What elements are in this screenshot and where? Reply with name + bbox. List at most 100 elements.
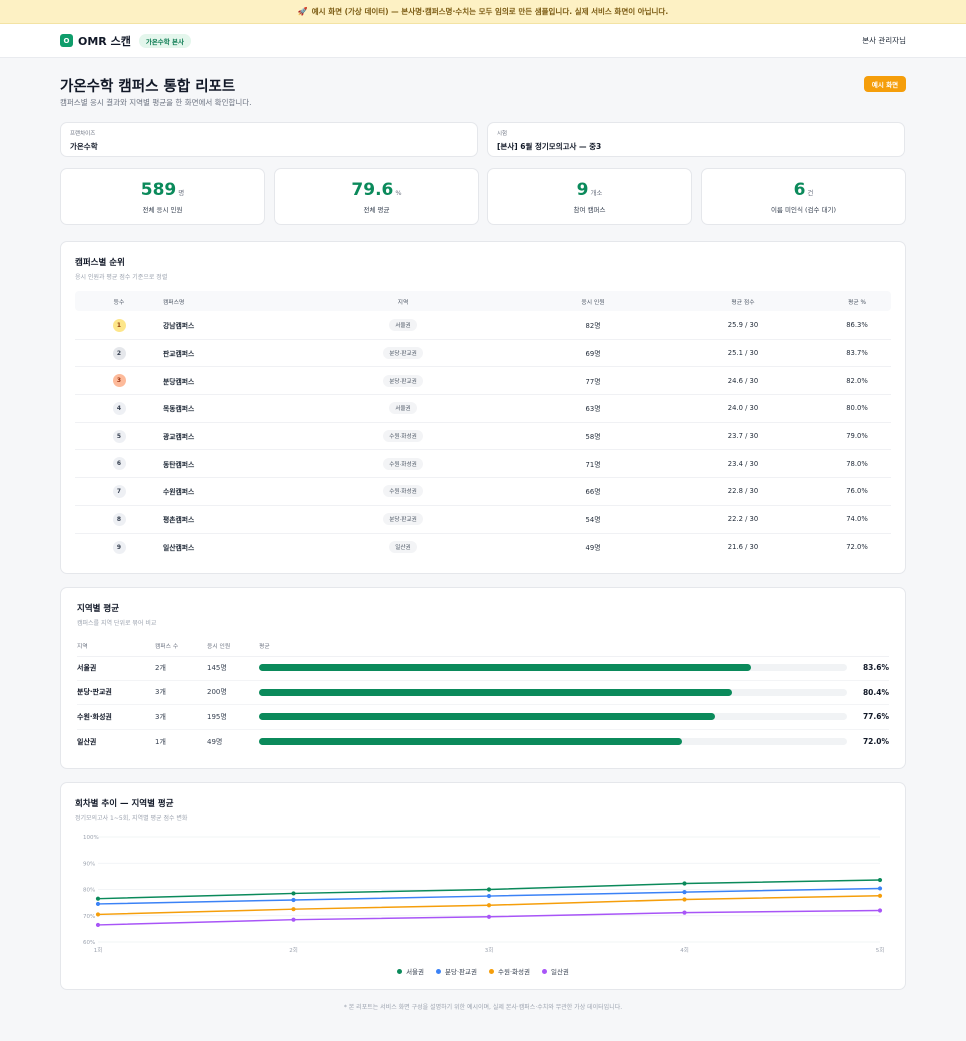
legend-item[interactable]: 분당·판교권 <box>436 966 477 976</box>
average-bar-fill <box>259 664 751 672</box>
column-header-average: 평균 <box>259 644 270 650</box>
franchise-value: 가온수학 <box>70 142 98 151</box>
table-row[interactable]: 일산권 1개 49명 72.0% <box>77 730 889 755</box>
region-name-cell: 서울권 <box>77 663 97 672</box>
examinee-count-cell: 200명 <box>207 688 227 697</box>
stat-value: 6 <box>793 179 806 200</box>
y-tick-label: 90% <box>83 861 95 867</box>
average-bar-fill <box>259 738 683 746</box>
table-row[interactable]: 8 평촌캠퍼스 분당·판교권 54명 22.2 / 30 74.0% <box>75 506 891 534</box>
campus-name-cell: 동탄캠퍼스 <box>163 460 195 469</box>
exam-label: 시험 <box>497 131 508 137</box>
table-row[interactable]: 5 광교캠퍼스 수원·화성권 58명 23.7 / 30 79.0% <box>75 423 891 451</box>
table-row[interactable]: 서울권 2개 145명 83.6% <box>77 656 889 681</box>
region-cell: 분당·판교권 <box>283 374 523 387</box>
rank-badge: 4 <box>112 401 126 415</box>
avg-score-cell: 23.4 / 30 <box>727 459 759 468</box>
region-tag: 수원·화성권 <box>383 457 423 470</box>
examinee-count-cell: 145명 <box>207 663 227 672</box>
table-row[interactable]: 2 판교캠퍼스 분당·판교권 69명 25.1 / 30 83.7% <box>75 340 891 368</box>
table-row[interactable]: 7 수원캠퍼스 수원·화성권 66명 22.8 / 30 76.0% <box>75 478 891 506</box>
example-screen-button[interactable]: 예시 화면 <box>864 76 906 92</box>
rank-badge: 6 <box>112 457 126 471</box>
data-point <box>682 881 687 886</box>
average-pct-cell: 83.6% <box>862 663 889 673</box>
stat-total-examinees: 589 명 전체 응시 인원 <box>60 168 265 225</box>
avg-pct-cell: 79.0% <box>846 432 868 441</box>
count-cell: 71명 <box>585 460 601 469</box>
avg-pct-cell: 83.7% <box>846 349 868 358</box>
avg-pct-cell: 78.0% <box>846 459 868 468</box>
avg-pct-cell: 76.0% <box>846 487 868 496</box>
x-tick-label: 5회 <box>876 946 885 954</box>
average-pct-cell: 77.6% <box>862 712 889 722</box>
legend-label: 일산권 <box>550 968 569 976</box>
stat-unit: 명 <box>178 188 185 197</box>
data-point <box>291 917 296 922</box>
examinee-count-cell: 49명 <box>207 737 223 746</box>
region-tag: 수원·화성권 <box>383 485 423 498</box>
rank-badge: 2 <box>112 346 126 360</box>
stat-unit: % <box>395 188 402 197</box>
data-point <box>95 901 101 907</box>
y-tick-label: 100% <box>83 835 99 841</box>
avg-pct-cell: 82.0% <box>846 376 868 385</box>
ranking-table-header: 등수 캠퍼스명 지역 응시 인원 평균 점수 평균 % <box>75 291 891 311</box>
rank-badge: 3 <box>112 374 126 388</box>
legend-item[interactable]: 수원·화성권 <box>489 966 530 976</box>
rank-badge: 1 <box>112 318 126 332</box>
avg-pct-cell: 80.0% <box>846 404 868 413</box>
table-row[interactable]: 9 일산캠퍼스 일산권 49명 21.6 / 30 72.0% <box>75 534 891 562</box>
column-header-campus-count: 캠퍼스 수 <box>155 644 179 650</box>
campus-count-cell: 1개 <box>155 737 166 746</box>
table-row[interactable]: 6 동탄캠퍼스 수원·화성권 71명 23.4 / 30 78.0% <box>75 450 891 479</box>
section-subtitle: 응시 인원과 평균 점수 기준으로 정렬 <box>75 274 168 281</box>
campus-name-cell: 평촌캠퍼스 <box>163 516 195 525</box>
campus-count-cell: 3개 <box>155 712 166 721</box>
column-header-rank[interactable]: 등수 <box>75 297 163 306</box>
franchise-select[interactable]: 프랜차이즈 가온수학 <box>60 122 478 157</box>
avg-score-cell: 24.0 / 30 <box>727 404 759 413</box>
data-point <box>486 914 492 919</box>
average-bar-track <box>259 688 847 696</box>
table-row[interactable]: 3 분당캠퍼스 분당·판교권 77명 24.6 / 30 82.0% <box>75 367 891 396</box>
legend-dot-icon <box>436 968 442 974</box>
stat-unrecognized-names[interactable]: 6건 이름 미인식 (검수 대기) <box>701 168 906 225</box>
campus-count-cell: 2개 <box>155 663 166 672</box>
legend-dot-icon <box>541 968 547 974</box>
exam-value: [본사] 6월 정기모의고사 — 중3 <box>497 142 602 151</box>
column-header-avg-score[interactable]: 평균 점수 <box>663 297 823 306</box>
app-name[interactable]: OMR 스캔 <box>78 33 131 49</box>
rank-badge: 8 <box>112 512 126 526</box>
chart-legend: 서울권 분당·판교권 수원·화성권 일산권 <box>61 966 905 976</box>
table-row[interactable]: 수원·화성권 3개 195명 77.6% <box>77 705 889 730</box>
column-header-avg-pct[interactable]: 평균 % <box>823 297 891 306</box>
column-header-campus[interactable]: 캠퍼스명 <box>163 297 283 306</box>
legend-item[interactable]: 서울권 <box>397 966 424 976</box>
table-row[interactable]: 4 목동캠퍼스 서울권 63명 24.0 / 30 80.0% <box>75 395 891 423</box>
rank-badge: 5 <box>112 429 126 443</box>
exam-select[interactable]: 시험 [본사] 6월 정기모의고사 — 중3 <box>487 122 905 157</box>
data-point <box>486 893 492 899</box>
rank-cell: 2 <box>75 346 163 360</box>
app-logo-icon[interactable]: O <box>60 34 73 47</box>
legend-item[interactable]: 일산권 <box>541 966 569 976</box>
column-header-region[interactable]: 지역 <box>283 297 523 306</box>
region-name-cell: 일산권 <box>77 737 97 746</box>
region-name-cell: 수원·화성권 <box>77 712 112 721</box>
y-tick-label: 70% <box>83 914 95 920</box>
table-row[interactable]: 1 강남캠퍼스 서울권 82명 25.9 / 30 86.3% <box>75 312 891 340</box>
average-pct-cell: 72.0% <box>862 737 889 747</box>
region-table-header: 지역 캠퍼스 수 응시 인원 평균 <box>77 641 889 657</box>
user-menu[interactable]: 본사 관리자님 <box>862 35 906 46</box>
data-point <box>877 877 883 883</box>
avg-score-cell: 25.9 / 30 <box>727 321 759 330</box>
data-point <box>95 922 101 928</box>
rank-cell: 7 <box>75 484 163 498</box>
column-header-count[interactable]: 응시 인원 <box>523 297 663 306</box>
table-row[interactable]: 분당·판교권 3개 200명 80.4% <box>77 681 889 705</box>
region-cell: 분당·판교권 <box>283 513 523 526</box>
region-tag: 일산권 <box>389 541 417 554</box>
avg-score-cell: 23.7 / 30 <box>727 432 759 441</box>
count-cell: 54명 <box>585 516 601 525</box>
